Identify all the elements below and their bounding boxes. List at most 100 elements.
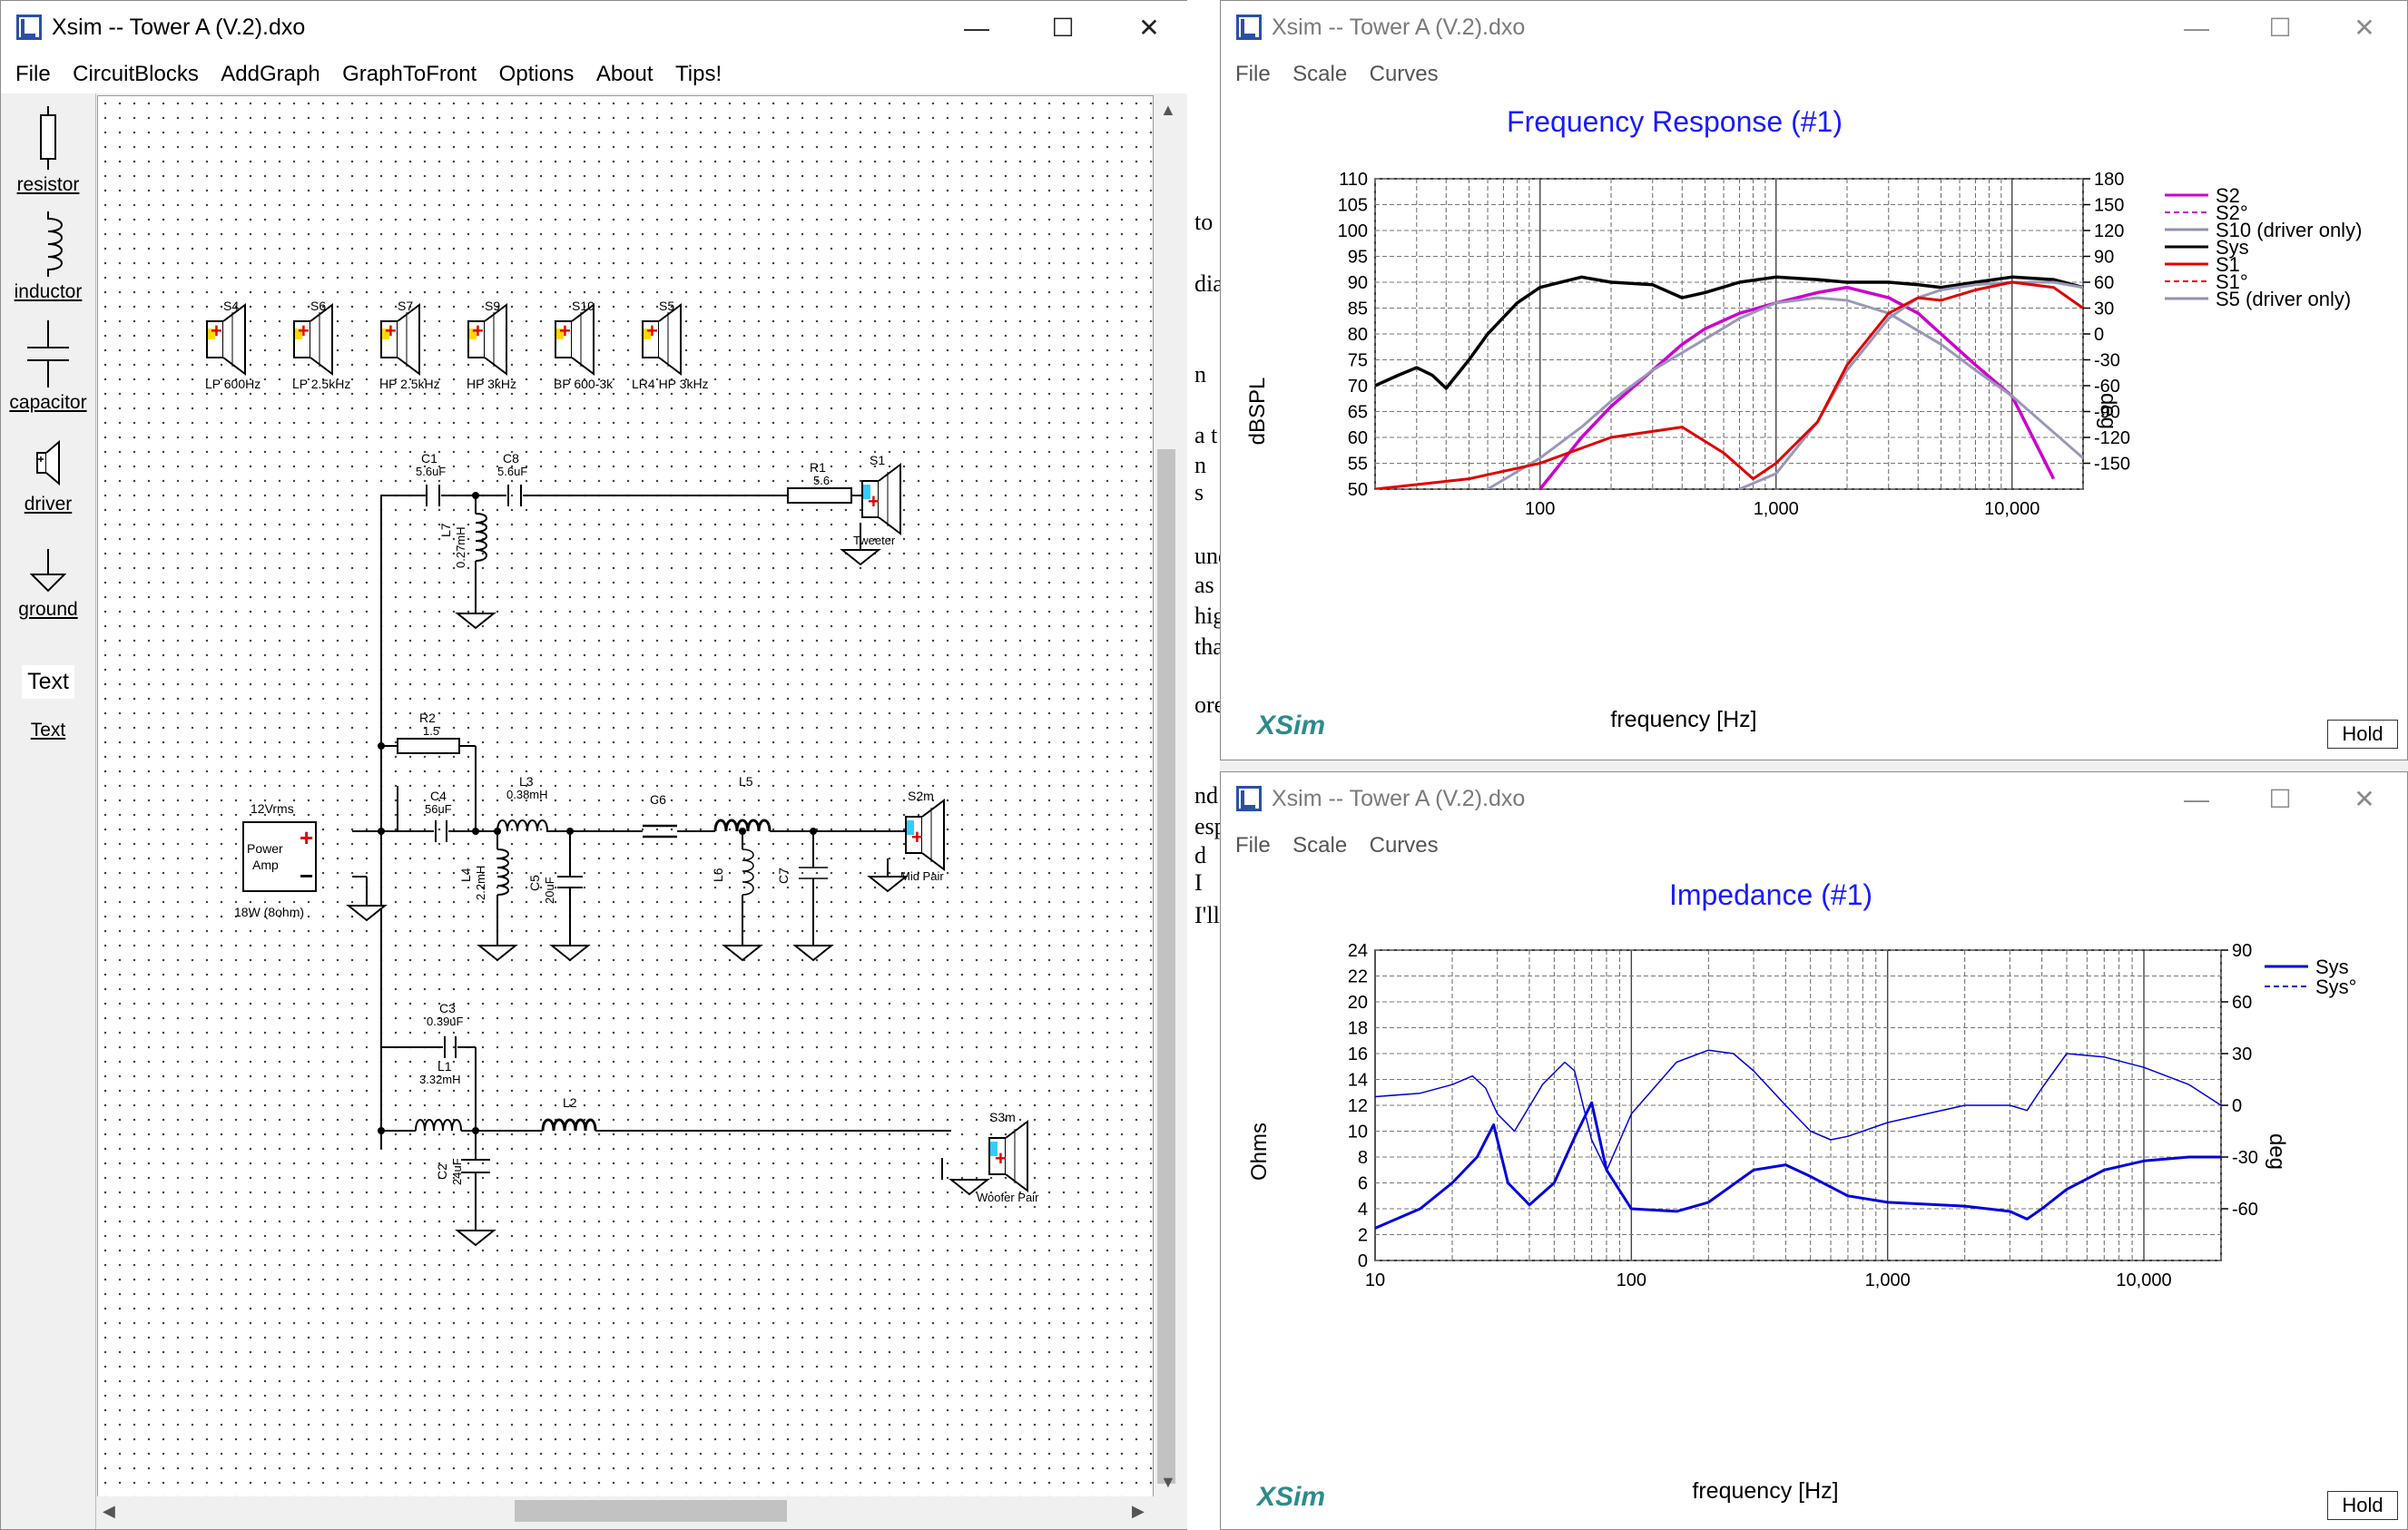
capacitor-c7[interactable]: C7 <box>776 867 828 884</box>
minimize-button[interactable]: — <box>2165 1 2228 55</box>
menu-file[interactable]: File <box>1221 827 1271 865</box>
freq-titlebar[interactable]: Xsim -- Tower A (V.2).dxo — ☐ ✕ <box>1221 1 2407 55</box>
imp-graph-area[interactable]: Impedance (#1) Ohms deg frequency [Hz] 2… <box>1221 865 2407 1529</box>
capacitor-c6[interactable]: C6 <box>643 792 677 839</box>
palette-label[interactable]: Text <box>1 720 95 741</box>
freq-graph-area[interactable]: Frequency Response (#1) dBSPL deg freque… <box>1221 93 2407 760</box>
horizontal-scrollbar[interactable]: ◀ ▶ <box>97 1496 1154 1525</box>
resistor-r1[interactable]: R1 5.6 <box>787 460 852 504</box>
palette-label[interactable]: ground <box>1 599 95 621</box>
palette-text-link[interactable]: Text <box>1 720 95 741</box>
menu-addgraph[interactable]: AddGraph <box>206 55 319 93</box>
capacitor-c4[interactable]: C4 56uF <box>425 789 452 842</box>
scroll-right-icon[interactable]: ▶ <box>1132 1502 1145 1521</box>
palette-label[interactable]: resistor <box>1 174 95 196</box>
schematic-titlebar[interactable]: Xsim -- Tower A (V.2).dxo — ☐ ✕ <box>1 1 1188 55</box>
palette-resistor[interactable]: resistor <box>1 106 95 196</box>
menu-about[interactable]: About <box>582 55 654 93</box>
scroll-up-icon[interactable]: ▲ <box>1160 101 1176 120</box>
menu-scale[interactable]: Scale <box>1278 827 1347 865</box>
menu-options[interactable]: Options <box>485 55 575 93</box>
capacitor-c8[interactable]: C8 5.6uF <box>497 451 527 506</box>
chart-title: Frequency Response (#1) <box>1507 105 1843 138</box>
scroll-thumb-vertical[interactable] <box>1157 449 1175 1484</box>
component-value: 2.2mH <box>474 866 487 900</box>
minimize-button[interactable]: — <box>945 1 1008 55</box>
minimize-button[interactable]: — <box>2165 772 2228 827</box>
hold-button[interactable]: Hold <box>2327 720 2398 749</box>
circuit-wires <box>352 495 951 1231</box>
hold-button[interactable]: Hold <box>2327 1491 2398 1520</box>
source-name: 12Vrms <box>251 801 294 816</box>
driver-s1[interactable]: + S1 Tweeter <box>853 453 901 547</box>
palette-ground[interactable]: ground <box>1 549 95 621</box>
menu-graphtofront[interactable]: GraphToFront <box>328 55 477 93</box>
ground-l4 <box>478 945 516 961</box>
palette-label[interactable]: driver <box>1 494 95 515</box>
palette-driver[interactable]: driver <box>1 438 95 515</box>
palette-capacitor[interactable]: capacitor <box>1 320 95 414</box>
driver-name: S10 <box>572 299 595 313</box>
driver-s2m[interactable]: + S2m Mid Pair <box>900 789 945 883</box>
driver-s5[interactable]: + S5 LR4 HP 3kHz <box>632 299 709 391</box>
inductor-l5[interactable]: L5 <box>713 774 772 832</box>
menu-circuitblocks[interactable]: CircuitBlocks <box>58 55 199 93</box>
inductor-l1[interactable]: L1 3.32mH <box>415 1059 462 1132</box>
maximize-button[interactable]: ☐ <box>2248 772 2312 827</box>
menu-file[interactable]: File <box>1 55 51 93</box>
y-tick-label: 90 <box>1348 273 1368 293</box>
menu-curves[interactable]: Curves <box>1355 55 1439 93</box>
power-amp-source[interactable]: + − 12Vrms Power Amp 18W (8ohm) <box>234 801 317 919</box>
scroll-thumb-horizontal[interactable] <box>515 1500 787 1522</box>
y-tick-label: 10 <box>1348 1123 1368 1143</box>
driver-s7[interactable]: + S7 HP 2.5kHz <box>379 299 440 391</box>
palette-label[interactable]: capacitor <box>1 392 95 414</box>
driver-s6[interactable]: + S6 LP 2.5kHz <box>292 299 350 391</box>
palette-inductor[interactable]: inductor <box>1 211 95 303</box>
maximize-button[interactable]: ☐ <box>1031 1 1095 55</box>
component-name: L1 <box>437 1059 452 1074</box>
imp-titlebar[interactable]: Xsim -- Tower A (V.2).dxo — ☐ ✕ <box>1221 772 2407 827</box>
background-text: ore <box>1194 691 1220 718</box>
capacitor-c2[interactable]: C2 24uF <box>435 1158 490 1185</box>
frequency-response-chart[interactable]: Frequency Response (#1) dBSPL deg freque… <box>1221 93 2407 760</box>
driver-s3m[interactable]: + S3m Woofer Pair <box>977 1110 1039 1204</box>
resistor-r2[interactable]: R2 1.5 <box>397 711 460 754</box>
component-name: L6 <box>711 868 725 882</box>
close-button[interactable]: ✕ <box>2333 1 2396 55</box>
ground-source <box>348 905 386 921</box>
component-value: 5.6uF <box>416 465 446 478</box>
maximize-button[interactable]: ☐ <box>2248 1 2312 55</box>
schematic-canvas[interactable]: + S4 LP 600Hz + S6 LP 2.5kHz + S7 HP 2.5… <box>97 95 1154 1498</box>
menu-scale[interactable]: Scale <box>1278 55 1347 93</box>
capacitor-c5[interactable]: C5 20uF <box>527 875 583 904</box>
capacitor-c3[interactable]: C3 0.39uF <box>427 1001 464 1058</box>
close-button[interactable]: ✕ <box>2333 772 2396 827</box>
close-button[interactable]: ✕ <box>1117 1 1181 55</box>
menu-curves[interactable]: Curves <box>1355 827 1439 865</box>
driver-s10[interactable]: + S10 BP 600-3k <box>554 299 614 391</box>
palette-text[interactable]: Text <box>1 665 95 699</box>
y2-tick-label: -60 <box>2094 377 2120 397</box>
palette-label[interactable]: inductor <box>1 281 95 303</box>
driver-label: LP 2.5kHz <box>292 377 350 391</box>
inductor-l4[interactable]: L4 2.2mH <box>458 848 509 900</box>
impedance-chart[interactable]: Impedance (#1) Ohms deg frequency [Hz] 2… <box>1221 865 2407 1529</box>
inductor-l7[interactable]: L7 0.27mH <box>438 513 487 568</box>
vertical-scrollbar[interactable]: ▲ ▼ <box>1154 95 1179 1496</box>
driver-s4[interactable]: + S4 LP 600Hz <box>205 299 260 391</box>
driver-name: S9 <box>485 299 500 313</box>
inductor-l2[interactable]: L2 <box>541 1095 597 1132</box>
background-text: tha <box>1194 633 1220 660</box>
menu-tips[interactable]: Tips! <box>661 55 722 93</box>
component-name: L5 <box>739 774 753 789</box>
schematic-drawing[interactable]: + S4 LP 600Hz + S6 LP 2.5kHz + S7 HP 2.5… <box>98 96 1153 1497</box>
capacitor-c1[interactable]: C1 5.6uF <box>416 451 446 506</box>
driver-name: S6 <box>310 299 326 313</box>
menu-file[interactable]: File <box>1221 55 1271 93</box>
inductor-l3[interactable]: L3 0.38mH <box>496 774 557 832</box>
driver-s9[interactable]: + S9 HP 3kHz <box>467 299 516 391</box>
scroll-down-icon[interactable]: ▼ <box>1160 1473 1176 1492</box>
scroll-left-icon[interactable]: ◀ <box>103 1502 115 1521</box>
inductor-l6[interactable]: L6 <box>711 848 754 896</box>
